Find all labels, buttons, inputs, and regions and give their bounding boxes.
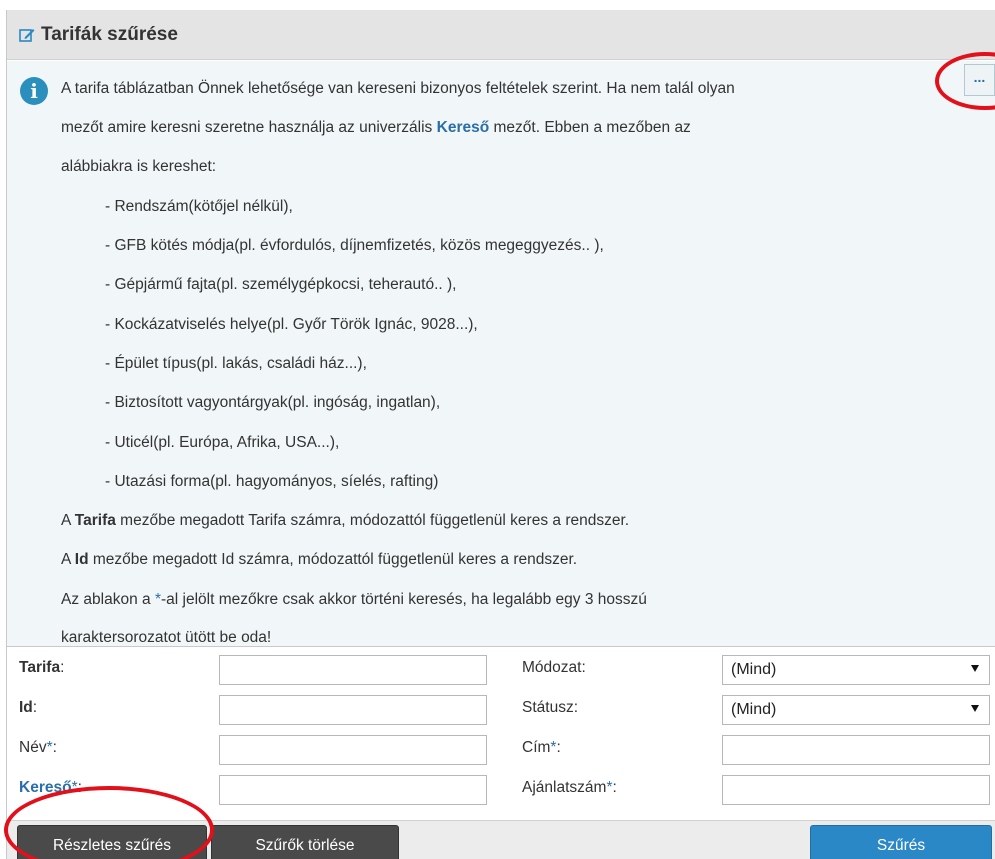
info-id-line: A Id mezőbe megadott Id számra, módozatt… <box>61 551 578 568</box>
cim-label: Cím*: <box>522 739 561 756</box>
info-item: - Uticél(pl. Európa, Afrika, USA...), <box>105 434 340 451</box>
info-item: - GFB kötés módja(pl. évfordulós, díjnem… <box>105 237 604 254</box>
chevron-down-icon <box>971 665 979 672</box>
id-input[interactable] <box>219 695 487 725</box>
modozat-value: (Mind) <box>731 661 777 678</box>
info-tarifa-line: A Tarifa mezőbe megadott Tarifa számra, … <box>61 512 630 529</box>
info-last-line: karaktersorozatot ütött be oda! <box>61 629 272 646</box>
filter-form: Tarifa: Id: Név*: Kereső*: Módozat: (Min… <box>7 646 995 826</box>
panel-title: Tarifák szűrése <box>41 23 178 45</box>
statusz-label: Státusz: <box>522 699 579 716</box>
info-item: - Rendszám(kötőjel nélkül), <box>105 198 293 215</box>
info-item: - Utazási forma(pl. hagyományos, síelés,… <box>105 473 439 490</box>
chevron-down-icon <box>971 705 979 712</box>
edit-icon <box>19 28 35 42</box>
nev-label: Név*: <box>19 739 57 756</box>
info-icon: i <box>20 77 48 105</box>
filter-panel: Tarifák szűrése i A tarifa táblázatban Ö… <box>6 10 995 859</box>
info-item: - Épület típus(pl. lakás, családi ház...… <box>105 355 367 372</box>
button-bar: Részletes szűrés Szűrők törlése Szűrés <box>7 820 995 859</box>
filter-button[interactable]: Szűrés <box>810 825 992 859</box>
modozat-select[interactable]: (Mind) <box>722 655 990 685</box>
tarifa-label: Tarifa: <box>19 659 65 676</box>
kereso-label: Kereső*: <box>19 779 82 796</box>
ajanlatszam-label: Ajánlatszám*: <box>522 779 617 796</box>
id-label: Id: <box>19 699 38 716</box>
panel-header: Tarifák szűrése <box>7 10 995 60</box>
statusz-select[interactable]: (Mind) <box>722 695 990 725</box>
kereso-input[interactable] <box>219 775 487 805</box>
info-star-line: Az ablakon a *-al jelölt mezőkre csak ak… <box>61 591 647 608</box>
info-line-2: mezőt amire keresni szeretne használja a… <box>61 119 691 136</box>
modozat-label: Módozat: <box>522 659 586 676</box>
cim-input[interactable] <box>722 735 990 765</box>
more-button[interactable]: ... <box>964 64 995 96</box>
nev-input[interactable] <box>219 735 487 765</box>
detailed-filter-button[interactable]: Részletes szűrés <box>17 825 207 859</box>
info-line-1: A tarifa táblázatban Önnek lehetősége va… <box>61 80 735 97</box>
ajanlatszam-input[interactable] <box>722 775 990 805</box>
info-item: - Gépjármű fajta(pl. személygépkocsi, te… <box>105 276 457 293</box>
clear-filters-button[interactable]: Szűrők törlése <box>211 825 399 859</box>
info-item: - Biztosított vagyontárgyak(pl. ingóság,… <box>105 394 441 411</box>
info-box: i A tarifa táblázatban Önnek lehetősége … <box>7 61 995 646</box>
statusz-value: (Mind) <box>731 701 777 718</box>
info-item: - Kockázatviselés helye(pl. Győr Török I… <box>105 316 478 333</box>
tarifa-input[interactable] <box>219 655 487 685</box>
info-line-3: alábbiakra is kereshet: <box>61 158 217 175</box>
kereso-keyword: Kereső <box>436 119 490 136</box>
